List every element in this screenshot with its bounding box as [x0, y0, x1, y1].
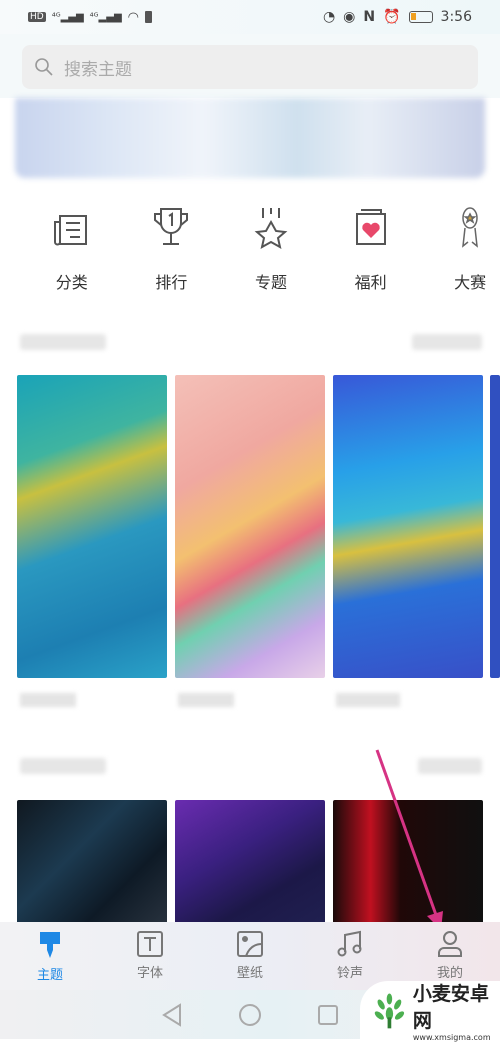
font-icon: [137, 931, 163, 957]
theme-brush-icon: [40, 932, 60, 958]
tab-themes[interactable]: 主题: [0, 922, 100, 990]
recents-icon[interactable]: [317, 1004, 339, 1026]
wallpaper-icon: [237, 931, 263, 957]
annotation-arrow: [375, 749, 443, 930]
wheat-logo-icon: [374, 993, 405, 1029]
tab-ringtones[interactable]: 铃声: [300, 922, 400, 990]
home-icon[interactable]: [238, 1003, 262, 1027]
person-icon: [438, 931, 462, 957]
music-note-icon: [337, 930, 362, 957]
back-icon[interactable]: [161, 1002, 183, 1027]
tab-wallpapers[interactable]: 壁纸: [200, 922, 300, 990]
tab-fonts[interactable]: 字体: [100, 922, 200, 990]
watermark: 小麦安卓网 www.xmsigma.com: [360, 981, 500, 1042]
